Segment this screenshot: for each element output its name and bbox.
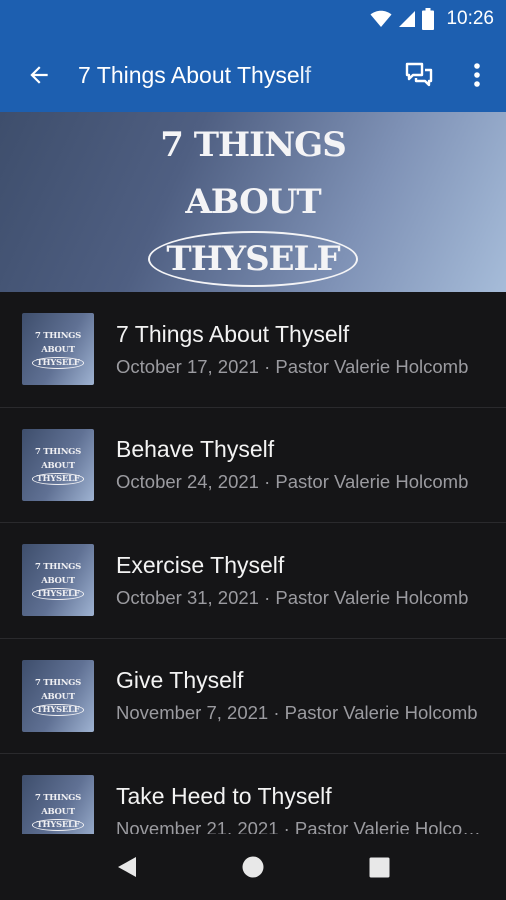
list-item[interactable]: 7 THINGS ABOUT THYSELF Behave Thyself Oc… — [0, 408, 506, 523]
sermon-thumbnail: 7 THINGS ABOUT THYSELF — [22, 313, 94, 386]
list-item[interactable]: 7 THINGS ABOUT THYSELF Give Thyself Nove… — [0, 639, 506, 754]
list-item[interactable]: 7 THINGS ABOUT THYSELF Exercise Thyself … — [0, 523, 506, 639]
thumbnail-line-2: ABOUT — [41, 460, 75, 471]
nav-back-button[interactable] — [64, 834, 190, 900]
wifi-icon — [370, 10, 392, 27]
thumbnail-line-2: ABOUT — [41, 691, 75, 702]
list-item[interactable]: 7 THINGS ABOUT THYSELF Take Heed to Thys… — [0, 754, 506, 834]
sermon-thumbnail: 7 THINGS ABOUT THYSELF — [22, 428, 94, 501]
sermon-meta: October 17, 2021 · Pastor Valerie Holcom… — [116, 355, 469, 377]
thumbnail-line-1: 7 THINGS — [35, 793, 81, 804]
back-triangle-icon — [118, 857, 136, 877]
sermon-thumbnail: 7 THINGS ABOUT THYSELF — [22, 544, 94, 617]
chat-button[interactable] — [390, 38, 448, 112]
thumbnail-line-1: 7 THINGS — [35, 562, 81, 573]
sermon-title: Give Thyself — [116, 667, 244, 694]
status-time: 10:26 — [446, 8, 494, 29]
app-bar: 7 Things About Thyself — [0, 38, 506, 112]
sermon-list: 7 THINGS ABOUT THYSELF 7 Things About Th… — [0, 292, 506, 834]
recents-square-icon — [369, 857, 389, 877]
banner-line-1: 7 THINGS — [160, 125, 346, 165]
list-item[interactable]: 7 THINGS ABOUT THYSELF 7 Things About Th… — [0, 292, 506, 408]
sermon-title: Exercise Thyself — [116, 551, 285, 578]
sermon-thumbnail: 7 THINGS ABOUT THYSELF — [22, 775, 94, 834]
thumbnail-line-3: THYSELF — [31, 472, 85, 485]
thumbnail-line-2: ABOUT — [41, 345, 75, 356]
thumbnail-line-2: ABOUT — [41, 576, 75, 587]
sermon-title: Take Heed to Thyself — [116, 782, 332, 809]
thumbnail-line-3: THYSELF — [31, 703, 85, 716]
system-nav-bar — [0, 834, 506, 900]
chat-bubbles-icon — [405, 62, 433, 87]
thumbnail-line-1: 7 THINGS — [35, 331, 81, 342]
series-banner: 7 THINGS ABOUT THYSELF — [0, 112, 506, 292]
thumbnail-line-3: THYSELF — [31, 357, 85, 370]
sermon-meta: November 21, 2021 · Pastor Valerie Holco… — [116, 817, 484, 834]
thumbnail-line-1: 7 THINGS — [35, 446, 81, 457]
thumbnail-line-3: THYSELF — [31, 819, 85, 832]
cellular-signal-icon — [399, 11, 416, 27]
banner-line-3: THYSELF — [148, 231, 358, 287]
sermon-meta: October 24, 2021 · Pastor Valerie Holcom… — [116, 471, 469, 493]
banner-line-2: ABOUT — [185, 182, 321, 222]
battery-icon — [422, 8, 435, 30]
page-title: 7 Things About Thyself — [78, 61, 312, 88]
more-options-button[interactable] — [448, 38, 506, 112]
back-button[interactable] — [0, 38, 78, 112]
more-vertical-icon — [474, 63, 480, 87]
home-circle-icon — [242, 856, 264, 878]
status-bar: 10:26 — [0, 0, 506, 38]
sermon-meta: November 7, 2021 · Pastor Valerie Holcom… — [116, 702, 478, 724]
sermon-title: 7 Things About Thyself — [116, 320, 350, 347]
thumbnail-line-1: 7 THINGS — [35, 677, 81, 688]
thumbnail-line-3: THYSELF — [31, 588, 85, 601]
sermon-meta: October 31, 2021 · Pastor Valerie Holcom… — [116, 586, 469, 608]
thumbnail-line-2: ABOUT — [41, 807, 75, 818]
arrow-left-icon — [30, 66, 48, 84]
nav-home-button[interactable] — [190, 834, 316, 900]
sermon-title: Behave Thyself — [116, 436, 275, 463]
sermon-thumbnail: 7 THINGS ABOUT THYSELF — [22, 659, 94, 732]
nav-recents-button[interactable] — [316, 834, 442, 900]
